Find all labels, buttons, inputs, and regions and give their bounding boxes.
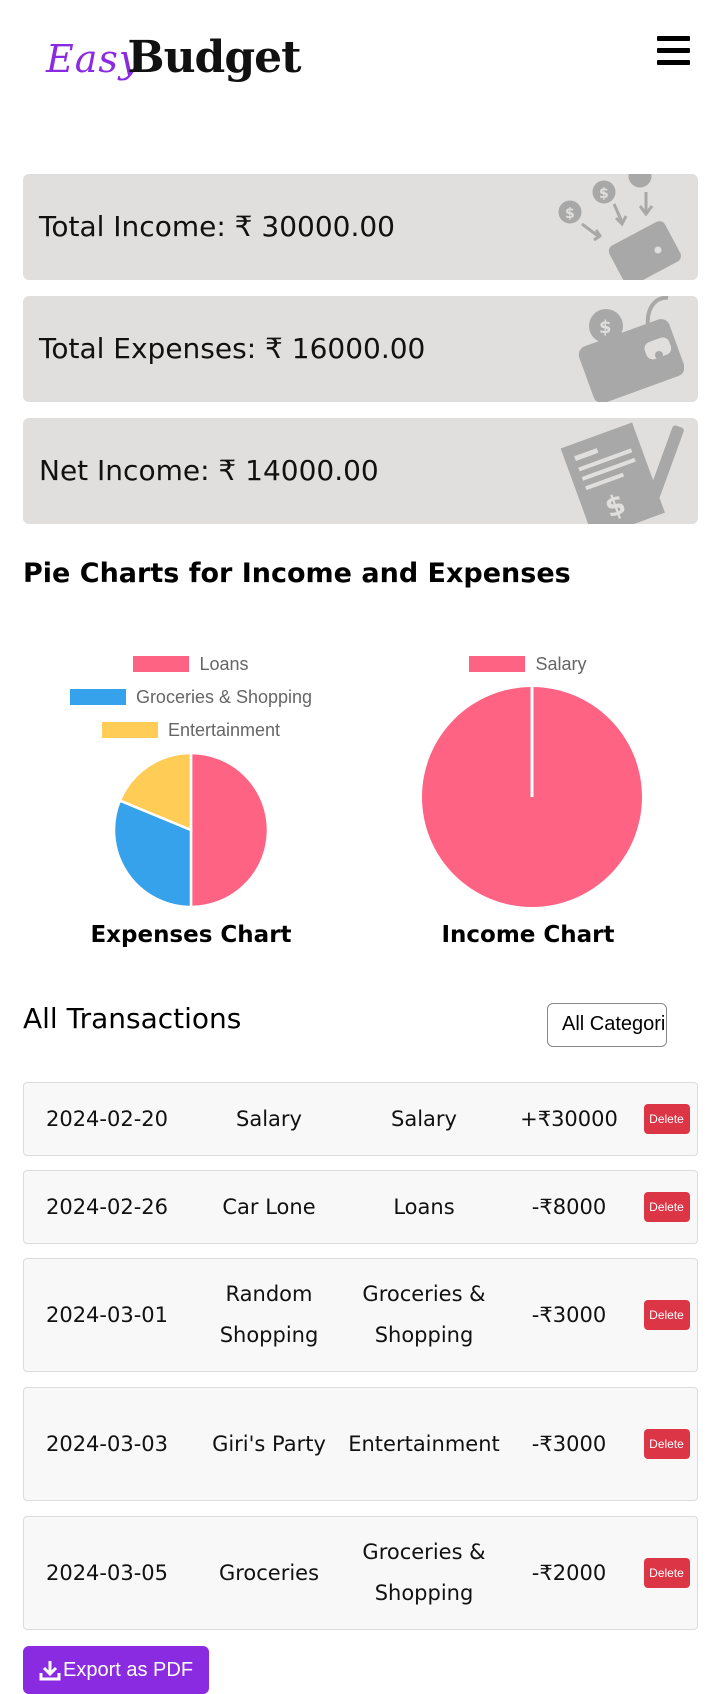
transaction-row: 2024-02-26 Car Lone Loans -₹8000 Delete — [23, 1170, 698, 1244]
legend-label: Groceries & Shopping — [135, 686, 313, 707]
transaction-category: Groceries & Shopping — [362, 1540, 486, 1605]
transaction-description: Salary — [236, 1106, 302, 1131]
total-expenses-text: Total Expenses: ₹ 16000.00 — [39, 332, 426, 365]
transaction-category: Salary — [391, 1106, 457, 1131]
transaction-date: 2024-02-20 — [45, 1106, 169, 1131]
net-income-card: Net Income: ₹ 14000.00 $ — [23, 418, 698, 524]
hamburger-menu-icon[interactable] — [657, 36, 690, 66]
logo-budget-text: Budget — [127, 32, 301, 83]
pie-slice-loans[interactable] — [189, 751, 270, 909]
delete-cell: Delete — [634, 1259, 699, 1371]
delete-button[interactable]: Delete — [643, 1558, 690, 1588]
svg-text:$: $ — [599, 317, 612, 338]
transaction-row: 2024-03-03 Giri's Party Entertainment -₹300… — [23, 1387, 698, 1501]
delete-button[interactable]: Delete — [643, 1300, 690, 1330]
download-icon — [39, 1661, 61, 1681]
legend-item-entertainment[interactable]: Entertainment — [23, 719, 359, 741]
transaction-row: 2024-02-20 Salary Salary +₹30000 Delete — [23, 1082, 698, 1156]
transaction-date: 2024-03-01 — [45, 1302, 169, 1327]
total-expenses-card: Total Expenses: ₹ 16000.00 $ — [23, 296, 698, 402]
transaction-amount: +₹30000 — [520, 1106, 618, 1131]
legend-label: Salary — [535, 653, 587, 674]
transaction-date: 2024-03-03 — [45, 1431, 169, 1456]
transaction-description: Random Shopping — [219, 1282, 319, 1347]
income-pie — [422, 687, 642, 907]
svg-text:$: $ — [565, 206, 575, 222]
transaction-category: Entertainment — [348, 1431, 500, 1456]
transaction-date: 2024-03-05 — [45, 1560, 169, 1585]
export-pdf-label: Export as PDF — [63, 1658, 194, 1681]
legend-swatch — [69, 689, 126, 705]
legend-label: Entertainment — [167, 719, 281, 740]
income-chart-title: Income Chart — [441, 922, 615, 948]
wallet-with-coin-icon: $ — [578, 296, 684, 402]
category-filter-select[interactable]: All Categories — [547, 1003, 667, 1047]
income-chart: Salary Income Chart — [360, 640, 696, 960]
expenses-pie — [112, 751, 270, 909]
charts-section-title: Pie Charts for Income and Expenses — [23, 558, 571, 589]
transaction-description: Giri's Party — [212, 1431, 326, 1456]
transaction-row: 2024-03-01 Random Shopping Groceries & Sho… — [23, 1258, 698, 1372]
delete-cell: Delete — [634, 1517, 699, 1629]
coins-into-wallet-icon: $$ — [558, 174, 681, 280]
legend-swatch — [469, 656, 526, 672]
delete-button[interactable]: Delete — [643, 1104, 690, 1134]
total-income-text: Total Income: ₹ 30000.00 — [39, 210, 395, 243]
legend-label: Loans — [199, 653, 249, 674]
net-income-text: Net Income: ₹ 14000.00 — [39, 454, 379, 487]
transaction-amount: -₹3000 — [531, 1302, 607, 1327]
transactions-title: All Transactions — [23, 1002, 242, 1035]
transaction-description: Groceries — [218, 1560, 320, 1585]
transaction-amount: -₹3000 — [531, 1431, 607, 1456]
expenses-chart: Loans Groceries & Shopping Entertainment… — [23, 640, 359, 960]
transaction-row: 2024-03-05 Groceries Groceries & Shopping -… — [23, 1516, 698, 1630]
expenses-chart-title: Expenses Chart — [90, 922, 292, 948]
transaction-amount: -₹8000 — [531, 1194, 607, 1219]
receipt-with-pen-icon: $ — [560, 422, 684, 524]
legend-item-groceries[interactable]: Groceries & Shopping — [23, 686, 359, 708]
delete-cell: Delete — [634, 1388, 699, 1500]
transaction-category: Groceries & Shopping — [362, 1282, 486, 1347]
total-income-card: Total Income: ₹ 30000.00 $ $ — [23, 174, 698, 280]
legend-swatch — [133, 656, 190, 672]
app-logo[interactable]: EasyBudget — [46, 32, 301, 83]
legend-item-salary[interactable]: Salary — [360, 653, 696, 675]
app-header: EasyBudget — [0, 0, 720, 120]
export-pdf-button[interactable]: Export as PDF — [23, 1646, 209, 1694]
delete-cell: Delete — [634, 1171, 699, 1243]
delete-button[interactable]: Delete — [643, 1192, 690, 1222]
delete-button[interactable]: Delete — [643, 1429, 690, 1459]
delete-cell: Delete — [634, 1083, 699, 1155]
transaction-amount: -₹2000 — [531, 1560, 607, 1585]
transaction-category: Loans — [393, 1194, 455, 1219]
svg-text:$: $ — [599, 186, 609, 202]
transaction-description: Car Lone — [222, 1194, 316, 1219]
legend-swatch — [101, 722, 158, 738]
transaction-date: 2024-02-26 — [45, 1194, 169, 1219]
legend-item-loans[interactable]: Loans — [23, 653, 359, 675]
